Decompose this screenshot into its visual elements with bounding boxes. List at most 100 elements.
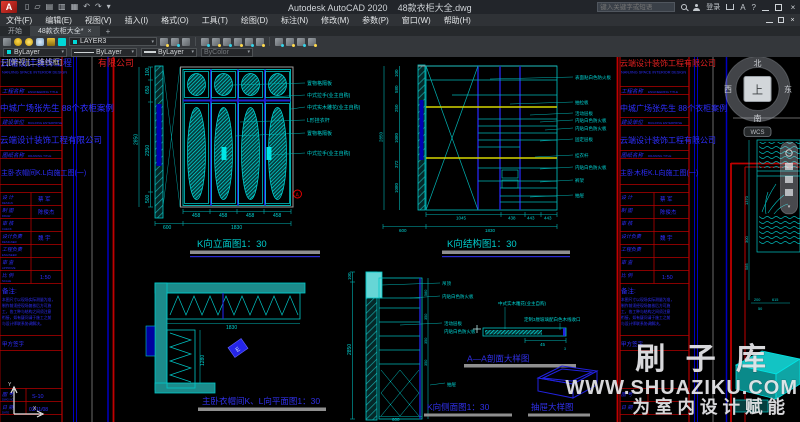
layer-dropdown[interactable]: LAYER3 ▾ [69,37,157,46]
redo-icon[interactable]: ↷ [95,2,102,12]
layer-lock-icon[interactable] [47,38,55,46]
signin-link[interactable]: 登录 [706,2,720,12]
new-tab-button[interactable]: + [100,26,117,36]
color-dropdown[interactable]: ByLayer ▾ [3,48,67,57]
callout-label: 定制3厘玻璃配白色木线收口 [524,316,581,323]
close-button[interactable]: × [788,3,798,12]
zoom-icon [785,163,793,170]
layer-properties-icon[interactable] [3,38,11,46]
layer-lock2-icon[interactable] [245,38,253,46]
doc-restore-button[interactable] [778,17,784,23]
svg-text:制作前须经现场复核后方可施: 制作前须经现场复核后方可施 [2,303,52,308]
tab-close-icon[interactable]: × [88,28,92,35]
drawing-canvas[interactable]: 云端设计装饰工程 有限公司 NANJING SPACE INTERIOR DES… [0,57,800,422]
svg-text:2850: 2850 [379,131,384,142]
layer-unlock-icon[interactable] [256,38,264,46]
field-drawing: 图纸名称 [2,152,26,159]
menu-window[interactable]: 窗口(W) [402,15,431,26]
svg-text:ENGINEER: ENGINEER [2,253,17,257]
svg-text:200: 200 [754,298,760,302]
svg-text:580: 580 [424,290,428,296]
menu-format[interactable]: 格式(O) [161,15,189,26]
menu-dimension[interactable]: 标注(N) [281,15,308,26]
minimize-button[interactable] [762,10,769,11]
open-icon[interactable]: ▱ [34,2,40,12]
linetype-dropdown[interactable]: ByLayer ▾ [71,48,137,57]
app-store-icon[interactable] [726,4,734,10]
autocad-logo-icon[interactable]: A [1,1,17,13]
field-drawing-en: DRAWING TITLE [28,154,51,158]
menu-edit[interactable]: 编辑(E) [45,15,72,26]
undo-icon[interactable]: ↶ [83,2,90,12]
viewcube-south: 南 [754,113,762,123]
layer-merge-icon[interactable] [308,38,316,46]
plot-icon[interactable]: ▦ [71,2,79,12]
builder-name: 云端设计装饰工程有限公司 [620,135,716,145]
company-name-suffix: 有限公司 [98,57,134,68]
viewcube-east: 东 [784,84,792,94]
layer-previous-icon[interactable] [171,38,179,46]
layer-copy-icon[interactable] [286,38,294,46]
tab-drawing[interactable]: 48款衣柜大全* × [30,26,100,36]
svg-text:APPROVE: APPROVE [2,266,16,270]
layer-match-icon[interactable] [275,38,283,46]
doc-minimize-button[interactable] [766,22,773,23]
svg-text:1080: 1080 [394,182,399,193]
menu-modify[interactable]: 修改(M) [321,15,349,26]
menu-insert[interactable]: 插入(I) [125,15,149,26]
svg-text:蔡 军: 蔡 军 [38,195,51,203]
saveas-icon[interactable]: ▥ [58,2,66,12]
svg-text:458: 458 [192,213,201,219]
search-icon[interactable] [681,4,687,10]
menu-tools[interactable]: 工具(T) [202,15,228,26]
svg-text:本图尺寸以现场实际测量为准，: 本图尺寸以现场实际测量为准， [2,297,55,302]
layer-off-icon[interactable] [223,38,231,46]
menu-view[interactable]: 视图(V) [85,15,112,26]
menu-draw[interactable]: 绘图(D) [241,15,268,26]
svg-text:比 例: 比 例 [621,272,633,279]
maximize-button[interactable] [775,4,782,11]
layer-on-icon[interactable] [14,38,22,46]
svg-text:Y: Y [8,382,12,388]
svg-text:审 核: 审 核 [2,220,14,227]
qat-dropdown-icon[interactable]: ▾ [107,2,111,12]
layer-make-current-icon[interactable] [160,38,168,46]
svg-text:制 图: 制 图 [2,207,14,214]
svg-text:比 例: 比 例 [2,272,14,279]
search-input[interactable] [597,2,675,12]
layer-walk-icon[interactable] [297,38,305,46]
user-icon[interactable] [693,4,700,11]
lineweight-dropdown[interactable]: ByLayer ▾ [141,48,197,57]
tab-start[interactable]: 开始 [0,26,30,36]
autodesk-account-icon[interactable]: A [740,3,745,12]
menu-file[interactable]: 文件(F) [6,15,32,26]
project-name: 中城广场张先生 88个衣柜案例 [0,103,114,113]
viewcube[interactable]: 上 北 南 西 东 WCS [724,57,792,137]
viewport-controls[interactable]: [-][俯视][二维线框] [2,57,62,67]
svg-text:与设计师联系协调解决。: 与设计师联系协调解决。 [2,321,44,326]
callout-label: 置物格隔板 [307,80,332,87]
layer-thaw-icon[interactable] [25,38,33,46]
layer-freeze2-icon[interactable] [234,38,242,46]
layer-freeze-icon[interactable] [36,38,44,46]
save-icon[interactable]: ▤ [46,2,54,12]
toolbar-separator [195,37,196,46]
menu-parametric[interactable]: 参数(P) [362,15,389,26]
company-name-en: NANJING SPACE INTERIOR DESIGN [621,71,686,75]
doc-close-button[interactable]: × [789,17,796,24]
layer-color-swatch[interactable] [58,38,66,46]
menu-help[interactable]: 帮助(H) [444,15,471,26]
svg-text:1:50: 1:50 [40,275,51,281]
callout-label: 内贴白色防火板 [444,328,476,335]
help-icon[interactable]: ? [752,3,756,12]
project-name: 中城广场张先生 88个衣柜案例 [620,103,727,113]
layer-unisolate-icon[interactable] [212,38,220,46]
new-icon[interactable]: ▯ [25,2,29,12]
detail-aa-drawing: 中式实木雕花(业主自购) 定制3厘玻璃配白色木线收口 45 3 A—A剖面大样图 [464,300,581,368]
svg-text:制作前须经现场复核后方可施: 制作前须经现场复核后方可施 [621,303,671,308]
callout-label: 中式实木雕花(业主自购) [307,104,361,111]
layer-state-icon[interactable] [182,38,190,46]
navigation-bar[interactable]: ▾ [781,142,798,214]
layer-isolate-icon[interactable] [201,38,209,46]
field-project-en: ENGINEERING TITLE [28,90,58,94]
